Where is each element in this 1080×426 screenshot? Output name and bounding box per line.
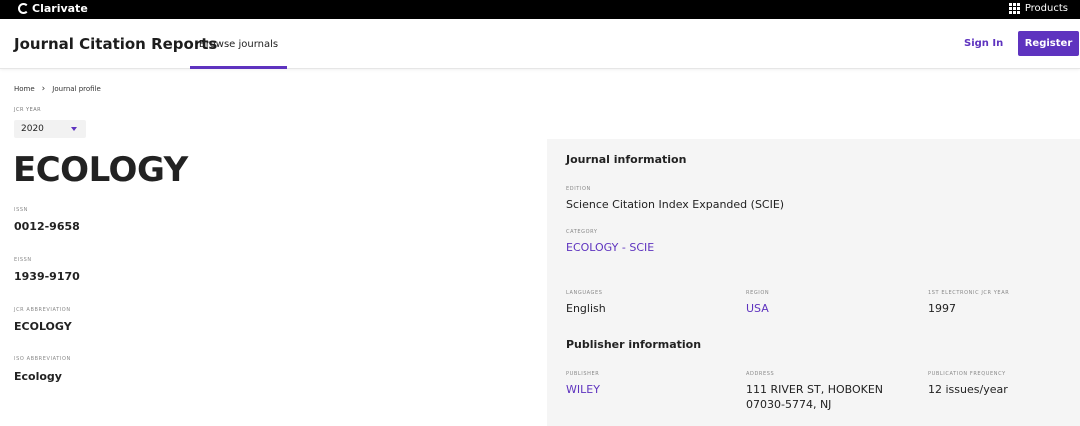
category-label: CATEGORY — [566, 229, 598, 235]
brand-name: Clarivate — [32, 2, 88, 15]
jcr-year-select[interactable]: 2020 — [14, 120, 86, 138]
publication-frequency-value: 12 issues/year — [928, 383, 1008, 396]
edition-value: Science Citation Index Expanded (SCIE) — [566, 198, 785, 211]
journal-title: ECOLOGY — [13, 150, 188, 190]
breadcrumb: Home › Journal profile — [14, 84, 101, 94]
tab-browse-journals-label: Browse journals — [198, 38, 279, 50]
journal-information-heading: Journal information — [566, 153, 687, 166]
region-link[interactable]: USA — [746, 302, 769, 315]
register-button[interactable]: Register — [1018, 31, 1079, 56]
first-electronic-year-value: 1997 — [928, 302, 956, 315]
products-menu[interactable]: Products — [1008, 3, 1068, 14]
first-electronic-year-label: 1ST ELECTRONIC JCR YEAR — [928, 290, 1010, 296]
tab-browse-journals[interactable]: Browse journals — [190, 19, 287, 69]
publication-frequency-label: PUBLICATION FREQUENCY — [928, 371, 1006, 377]
journal-info-panel: Journal information EDITION Science Cita… — [547, 139, 1080, 426]
address-label: ADDRESS — [746, 371, 775, 377]
caret-down-icon — [71, 127, 77, 131]
publisher-information-heading: Publisher information — [566, 338, 702, 351]
publisher-label: PUBLISHER — [566, 371, 600, 377]
languages-value: English — [566, 302, 606, 315]
breadcrumb-current: Journal profile — [52, 85, 101, 93]
breadcrumb-home[interactable]: Home — [14, 85, 35, 93]
region-label: REGION — [746, 290, 770, 296]
eissn-value: 1939-9170 — [14, 270, 80, 283]
category-link[interactable]: ECOLOGY - SCIE — [566, 241, 654, 254]
jcr-year-value: 2020 — [21, 124, 44, 134]
chevron-right-icon: › — [41, 84, 46, 94]
products-label: Products — [1024, 3, 1068, 14]
app-header: Journal Citation Reports Browse journals… — [0, 19, 1080, 69]
active-tab-indicator — [190, 66, 287, 69]
clarivate-logo-icon — [18, 3, 29, 14]
languages-label: LANGUAGES — [566, 290, 603, 296]
jcr-abbreviation-label: JCR ABBREVIATION — [14, 307, 71, 313]
jcr-year-label: JCR YEAR — [14, 107, 42, 113]
app-title[interactable]: Journal Citation Reports — [14, 35, 217, 53]
address-line-1: 111 RIVER ST, HOBOKEN — [746, 383, 884, 396]
publisher-link[interactable]: WILEY — [566, 383, 600, 396]
issn-value: 0012-9658 — [14, 220, 80, 233]
sign-in-link[interactable]: Sign In — [964, 38, 1003, 49]
edition-label: EDITION — [566, 186, 591, 192]
top-bar: Clarivate Products — [0, 0, 1080, 19]
grid-icon — [1008, 3, 1020, 14]
address-line-2: 07030-5774, NJ — [746, 398, 832, 411]
iso-abbreviation-label: ISO ABBREVIATION — [14, 356, 71, 362]
issn-label: ISSN — [14, 207, 28, 213]
jcr-abbreviation-value: ECOLOGY — [14, 320, 72, 333]
clarivate-logo[interactable]: Clarivate — [18, 2, 88, 15]
iso-abbreviation-value: Ecology — [14, 370, 62, 383]
eissn-label: EISSN — [14, 257, 32, 263]
